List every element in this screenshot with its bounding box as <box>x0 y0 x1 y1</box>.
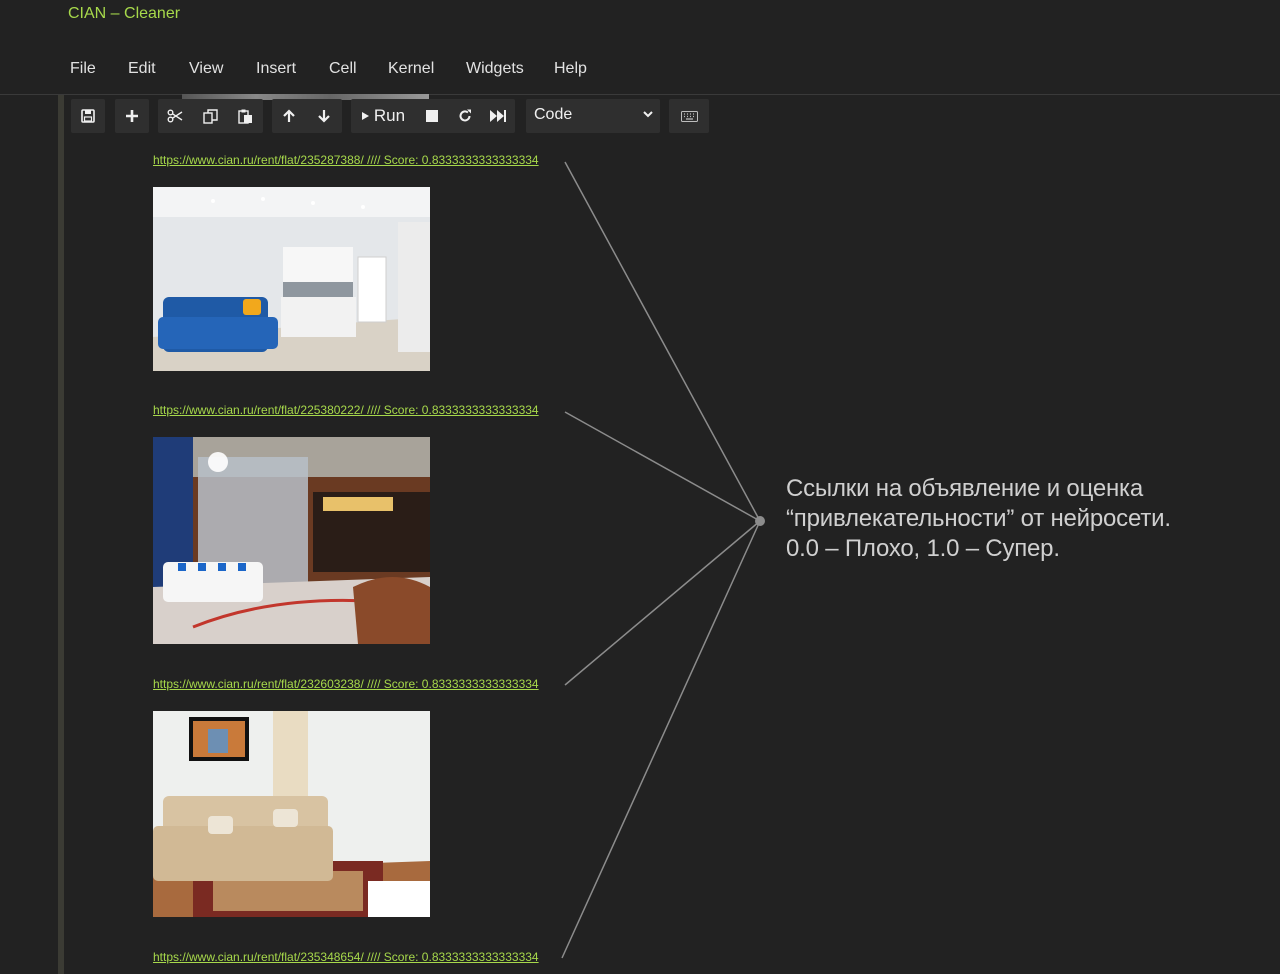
insert-cell-button[interactable] <box>115 99 149 133</box>
notebook-title[interactable]: CIAN – Cleaner <box>68 5 180 23</box>
run-label: Run <box>373 106 406 125</box>
menu-file[interactable]: File <box>70 60 96 78</box>
toolbar-group-save <box>71 99 105 133</box>
caption-line-1: Ссылки на объявление и оценка <box>786 475 1144 502</box>
listing-link-3[interactable]: https://www.cian.ru/rent/flat/232603238/… <box>153 677 539 691</box>
caption-line-3: 0.0 – Плохо, 1.0 – Супер. <box>786 535 1060 562</box>
move-down-button[interactable] <box>307 99 341 133</box>
listing-link-1[interactable]: https://www.cian.ru/rent/flat/235287388/… <box>153 153 539 167</box>
command-palette-button[interactable] <box>672 99 706 133</box>
annotation-dot <box>755 516 765 526</box>
listing-photo-1 <box>153 187 430 371</box>
menu-kernel[interactable]: Kernel <box>388 60 434 78</box>
toolbar-group-run: Run <box>351 99 515 133</box>
chevron-down-icon <box>643 111 653 118</box>
toolbar-group-move <box>272 99 342 133</box>
menu-edit[interactable]: Edit <box>128 60 156 78</box>
copy-icon <box>202 108 218 124</box>
move-up-button[interactable] <box>272 99 306 133</box>
toolbar-group-insert <box>115 99 149 133</box>
arrow-up-icon <box>283 109 295 122</box>
listing-link-4[interactable]: https://www.cian.ru/rent/flat/235348654/… <box>153 950 539 964</box>
paste-icon <box>237 109 252 124</box>
cell-selection-rail <box>58 95 64 974</box>
menu-widgets[interactable]: Widgets <box>466 60 524 78</box>
run-button[interactable]: Run <box>351 99 415 133</box>
menu-view[interactable]: View <box>189 60 223 78</box>
caption-line-2: “привлекательности” от нейросети. <box>786 505 1171 532</box>
restart-button[interactable] <box>448 99 482 133</box>
menu-cell[interactable]: Cell <box>329 60 357 78</box>
plus-icon <box>126 110 138 122</box>
cell-type-select[interactable]: Code <box>526 99 660 133</box>
keyboard-icon <box>680 110 698 122</box>
listing-link-2[interactable]: https://www.cian.ru/rent/flat/225380222/… <box>153 403 539 417</box>
cut-button[interactable] <box>158 99 192 133</box>
restart-icon <box>459 109 471 122</box>
arrow-down-icon <box>318 110 330 123</box>
toolbar-group-keyboard <box>669 99 709 133</box>
fast-forward-icon <box>490 110 506 122</box>
stop-icon <box>426 110 438 122</box>
copy-button[interactable] <box>193 99 227 133</box>
save-icon <box>81 109 95 123</box>
annotation-caption: Ссылки на объявление и оценка “привлекат… <box>786 474 1256 564</box>
save-button[interactable] <box>71 99 105 133</box>
restart-run-all-button[interactable] <box>481 99 515 133</box>
menu-insert[interactable]: Insert <box>256 60 296 78</box>
interrupt-button[interactable] <box>415 99 449 133</box>
run-icon <box>361 112 369 120</box>
menu-bar: File Edit View Insert Cell Kernel Widget… <box>0 50 1280 95</box>
menu-help[interactable]: Help <box>554 60 587 78</box>
listing-photo-2 <box>153 437 430 644</box>
scissors-icon <box>167 109 183 123</box>
toolbar-group-clipboard <box>158 99 263 133</box>
cell-type-value: Code <box>534 106 573 123</box>
paste-button[interactable] <box>228 99 262 133</box>
listing-photo-3 <box>153 711 430 917</box>
